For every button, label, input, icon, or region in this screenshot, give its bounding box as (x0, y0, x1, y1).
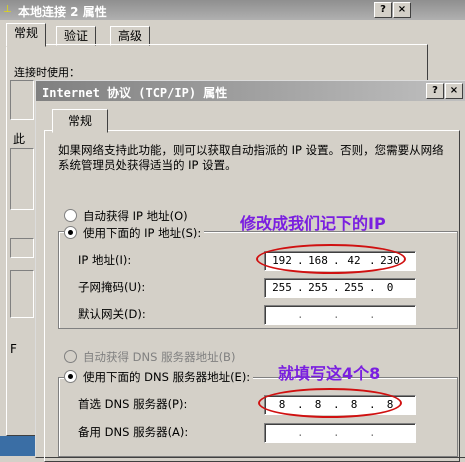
bg-tab-advanced[interactable]: 高级 (110, 26, 151, 46)
ip-annotation: 修改成我们记下的IP (240, 214, 386, 233)
alt-dns-dot: . (297, 426, 304, 439)
bg-help-button[interactable]: ? (374, 2, 392, 18)
mask-octet-4: 0 (386, 281, 394, 294)
bg-fragment-char: 此 (13, 132, 26, 146)
ip-auto-option[interactable]: 自动获得 IP 地址(O) (64, 208, 188, 224)
ip-manual-option[interactable]: 使用下面的 IP 地址(S): (64, 225, 205, 241)
gateway-dot: . (297, 308, 304, 321)
preferred-dns-label: 首选 DNS 服务器(P): (78, 397, 188, 411)
gateway-dot: . (369, 308, 376, 321)
bg-description-box (10, 270, 34, 318)
gateway-dot: . (333, 308, 340, 321)
bg-window-titlebar: ⊥ 本地连接 2 属性 ? × (0, 0, 465, 20)
gateway-label: 默认网关(D): (78, 307, 146, 321)
bg-window-title: 本地连接 2 属性 (18, 5, 107, 19)
help-button[interactable]: ? (426, 83, 444, 99)
alternate-dns-label: 备用 DNS 服务器(A): (78, 425, 189, 439)
alt-dns-dot: . (369, 426, 376, 439)
ip-auto-label: 自动获得 IP 地址(O) (83, 209, 188, 223)
alt-dns-dot: . (333, 426, 340, 439)
dns-annotation: 就填写这4个8 (278, 364, 381, 383)
bg-button-fragment (10, 238, 34, 258)
close-button[interactable]: × (445, 83, 463, 99)
mask-octet-3: 255 (344, 281, 364, 294)
gateway-field[interactable]: . . . (264, 305, 416, 325)
subnet-mask-field[interactable]: 255. 255. 255. 0 (264, 278, 416, 298)
ip-manual-radio[interactable] (64, 226, 77, 239)
dns-manual-label: 使用下面的 DNS 服务器地址(E): (83, 370, 251, 384)
network-connection-icon: ⊥ (3, 4, 12, 15)
bg-tab-general[interactable]: 常规 (6, 23, 47, 47)
alternate-dns-field[interactable]: . . . (264, 423, 416, 443)
dialog-titlebar: Internet 协议 (TCP/IP) 属性 ? × (36, 81, 465, 101)
bg-components-box (10, 148, 34, 210)
bg-adapter-box (10, 80, 34, 120)
dns-manual-radio[interactable] (64, 370, 77, 383)
tab-general[interactable]: 常规 (52, 109, 108, 133)
dns-auto-option[interactable]: 自动获得 DNS 服务器地址(B) (64, 349, 235, 365)
mask-octet-2: 255 (308, 281, 328, 294)
mask-octet-1: 255 (272, 281, 292, 294)
subnet-mask-label: 子网掩码(U): (78, 280, 146, 294)
ip-address-label: IP 地址(I): (78, 253, 132, 267)
ip-highlight-ellipse (256, 244, 406, 274)
dns-highlight-ellipse (258, 388, 402, 418)
dns-auto-radio[interactable] (64, 350, 77, 363)
bg-tab-authentication[interactable]: 验证 (56, 26, 97, 46)
bg-close-button[interactable]: × (393, 2, 411, 18)
bg-checkbox-fragment: F (10, 342, 17, 356)
dns-manual-option[interactable]: 使用下面的 DNS 服务器地址(E): (64, 369, 254, 385)
bg-connect-using-label: 连接时使用： (14, 66, 80, 79)
ip-auto-radio[interactable] (64, 209, 77, 222)
dns-settings-group (58, 377, 458, 457)
description-text: 如果网络支持此功能，则可以获取自动指派的 IP 设置。否则，您需要从网络系统管理… (58, 143, 444, 172)
dialog-title: Internet 协议 (TCP/IP) 属性 (42, 86, 228, 100)
dns-auto-label: 自动获得 DNS 服务器地址(B) (83, 350, 236, 364)
ip-manual-label: 使用下面的 IP 地址(S): (83, 226, 202, 240)
